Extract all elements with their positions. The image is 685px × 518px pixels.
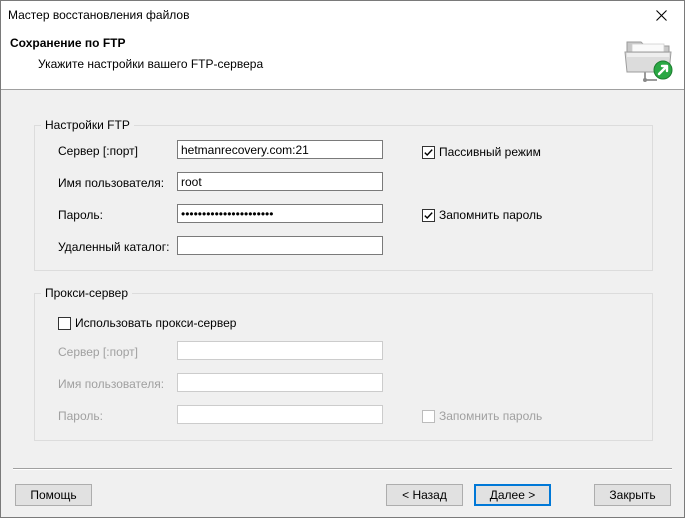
ftp-remote-dir-input[interactable] — [177, 236, 383, 255]
passive-mode-checkbox[interactable]: Пассивный режим — [422, 145, 541, 159]
page-title: Сохранение по FTP — [10, 36, 126, 50]
proxy-password-label: Пароль: — [58, 409, 103, 423]
window-title: Мастер восстановления файлов — [8, 8, 190, 22]
proxy-user-input[interactable] — [177, 373, 383, 392]
help-button[interactable]: Помощь — [15, 484, 92, 506]
proxy-server-input[interactable] — [177, 341, 383, 360]
page-subtitle: Укажите настройки вашего FTP-сервера — [38, 57, 264, 71]
window-close-button[interactable] — [638, 1, 684, 30]
back-button[interactable]: < Назад — [386, 484, 463, 506]
checkbox-checked-icon — [422, 208, 435, 222]
proxy-server-label: Сервер [:порт] — [58, 345, 139, 359]
wizard-window: Мастер восстановления файлов Сохранение … — [0, 0, 685, 518]
ftp-settings-legend: Настройки FTP — [45, 118, 130, 132]
use-proxy-checkbox[interactable]: Использовать прокси-сервер — [58, 316, 236, 330]
checkbox-unchecked-icon — [58, 316, 71, 330]
title-bar: Мастер восстановления файлов — [1, 1, 684, 30]
ftp-server-label: Сервер [:порт] — [58, 144, 139, 158]
proxy-remember-password-label: Запомнить пароль — [439, 409, 543, 423]
ftp-server-input[interactable]: hetmanrecovery.com:21 — [177, 140, 383, 159]
next-button[interactable]: Далее > — [474, 484, 551, 506]
ftp-password-label: Пароль: — [58, 208, 103, 222]
proxy-settings-legend: Прокси-сервер — [45, 286, 128, 300]
ftp-user-label: Имя пользователя: — [58, 176, 165, 190]
remember-password-checkbox[interactable]: Запомнить пароль — [422, 208, 542, 222]
ftp-folder-icon — [624, 41, 673, 82]
wizard-header: Сохранение по FTP Укажите настройки ваше… — [1, 30, 684, 90]
checkbox-disabled-icon — [422, 409, 435, 423]
checkbox-checked-icon — [422, 145, 435, 159]
passive-mode-label: Пассивный режим — [439, 145, 541, 159]
ftp-password-input[interactable]: •••••••••••••••••••••• — [177, 204, 383, 223]
footer-divider — [13, 468, 672, 470]
use-proxy-label: Использовать прокси-сервер — [75, 316, 237, 330]
ftp-user-input[interactable]: root — [177, 172, 383, 191]
close-icon — [655, 10, 667, 21]
close-button[interactable]: Закрыть — [594, 484, 671, 506]
remember-password-label: Запомнить пароль — [439, 208, 543, 222]
proxy-password-input[interactable] — [177, 405, 383, 424]
proxy-user-label: Имя пользователя: — [58, 377, 165, 391]
proxy-remember-password-checkbox[interactable]: Запомнить пароль — [422, 409, 542, 423]
ftp-remote-dir-label: Удаленный каталог: — [58, 240, 170, 254]
